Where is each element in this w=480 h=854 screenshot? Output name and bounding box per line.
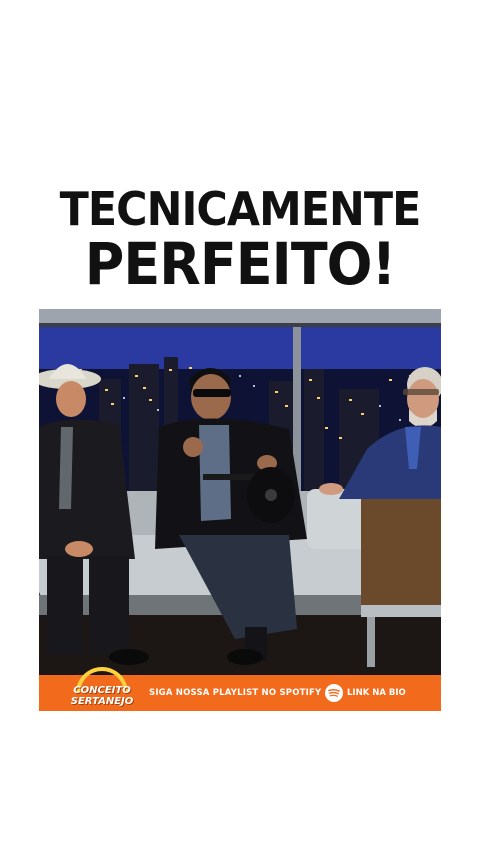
brand-line-1: CONCEITO xyxy=(73,685,131,696)
headline-line-2: PERFEITO! xyxy=(84,230,396,298)
promo-banner[interactable]: CONCEITO SERTANEJO SIGA NOSSA PLAYLIST N… xyxy=(39,667,441,711)
talk-show-scene xyxy=(39,309,441,675)
video-frame[interactable]: CONCEITO SERTANEJO SIGA NOSSA PLAYLIST N… xyxy=(39,309,441,711)
playlist-cta[interactable]: SIGA NOSSA PLAYLIST NO SPOTIFY xyxy=(149,675,321,711)
headline: TECNICAMENTE PERFEITO! xyxy=(0,184,480,294)
brand-logo: CONCEITO SERTANEJO xyxy=(67,655,137,707)
headline-line-1: TECNICAMENTE xyxy=(59,182,422,236)
post-page: TECNICAMENTE PERFEITO! CONCEITO SERTANEJ… xyxy=(0,0,480,854)
link-in-bio[interactable]: LINK NA BIO xyxy=(347,675,406,711)
spotify-icon xyxy=(325,684,343,702)
brand-line-2: SERTANEJO xyxy=(70,696,134,707)
